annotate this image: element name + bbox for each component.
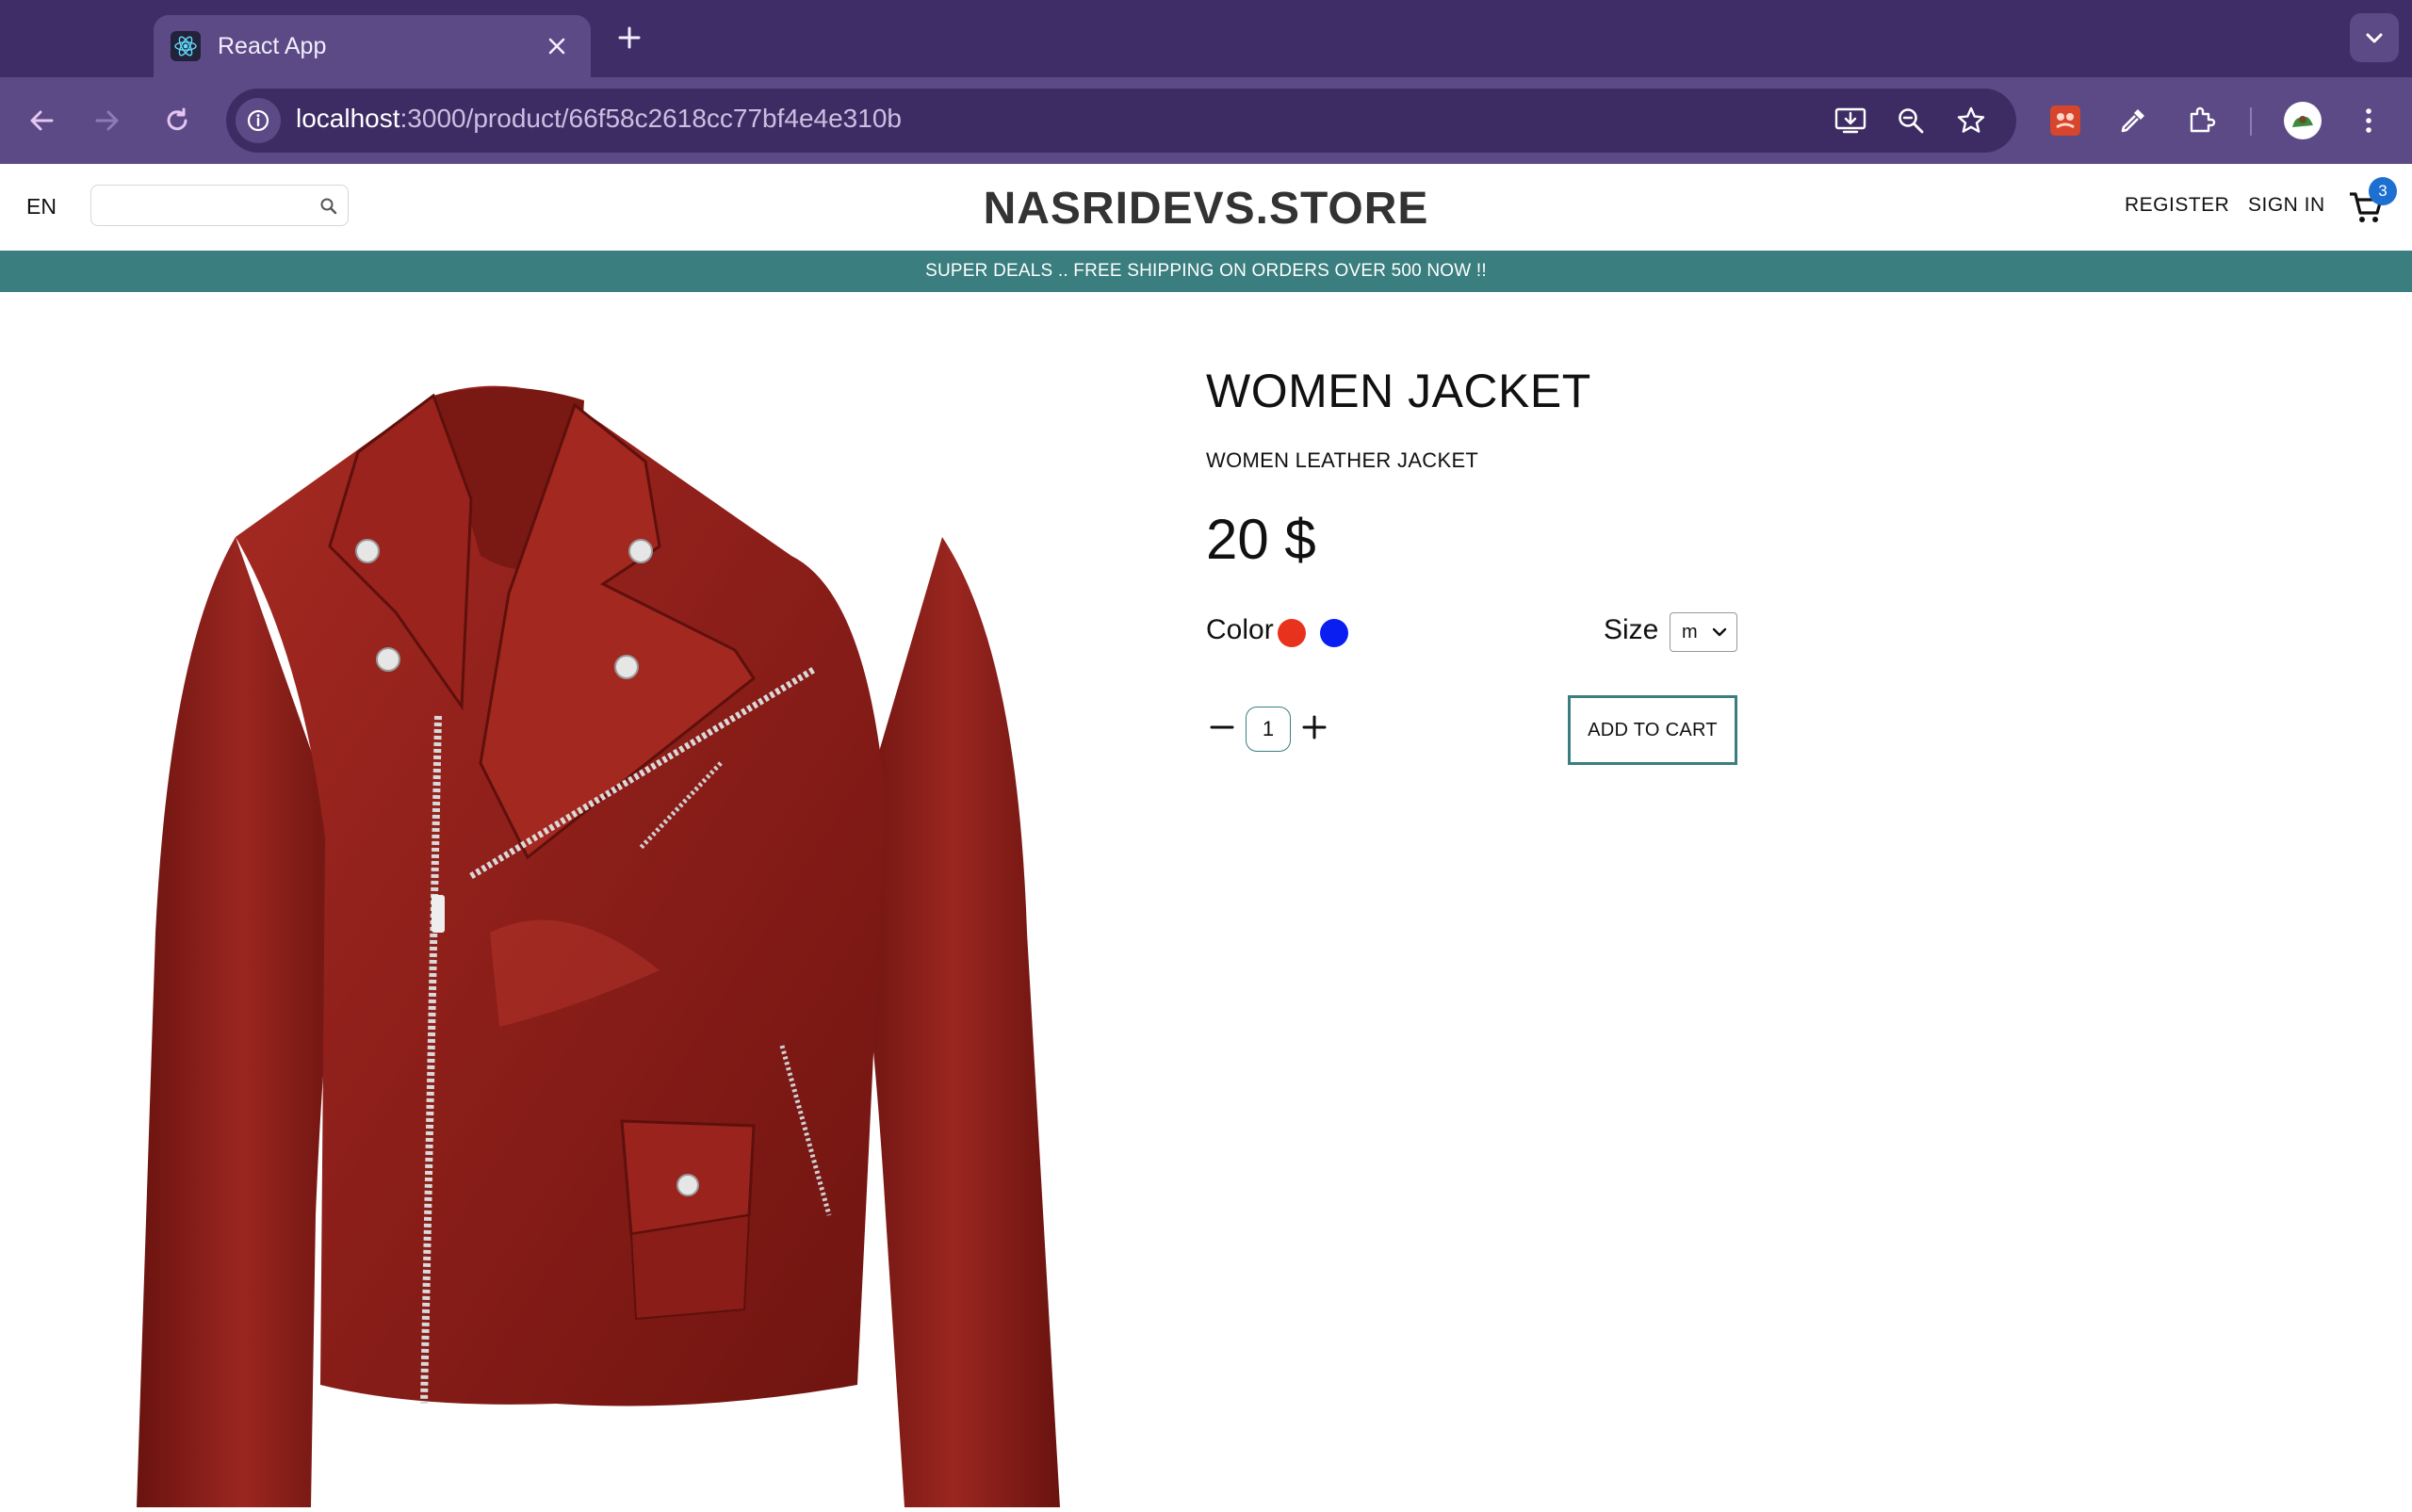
register-link[interactable]: REGISTER [2125,194,2229,217]
add-to-cart-button[interactable]: ADD TO CART [1568,695,1737,765]
back-arrow-icon[interactable] [19,98,64,143]
product-price: 20 $ [1206,508,1316,571]
size-selected-value: m [1682,621,1698,642]
url-text: localhost:3000/product/66f58c2618cc77bf4… [296,104,902,134]
bookmark-star-icon[interactable] [1948,98,1994,143]
toolbar-divider [2250,107,2252,136]
site-header: EN NASRIDEVS.STORE REGISTER SIGN IN 3 [0,164,2412,251]
close-tab-icon[interactable] [540,29,574,63]
size-select[interactable]: m [1670,612,1737,652]
browser-menu-icon[interactable] [2346,98,2391,143]
leather-jacket-illustration [137,385,1060,1507]
search-input[interactable] [101,191,308,219]
browser-tab-active[interactable]: React App [154,15,591,77]
forward-arrow-icon[interactable] [85,98,130,143]
new-tab-button[interactable] [611,19,648,57]
language-selector[interactable]: EN [26,194,57,219]
plus-icon [1302,715,1327,740]
chevron-down-icon [1710,623,1729,642]
zoom-icon[interactable] [1888,98,1933,143]
react-favicon-icon [171,31,201,61]
tab-search-button[interactable] [2350,13,2399,62]
reload-icon[interactable] [155,98,200,143]
profile-avatar[interactable] [2280,98,2325,143]
store-logo: NASRIDEVS.STORE [983,184,1429,234]
tab-title: React App [218,32,327,59]
decrease-quantity-button[interactable] [1206,711,1238,743]
color-swatch-blue[interactable] [1320,619,1348,647]
cart-count-badge: 3 [2369,177,2397,205]
browser-tab-strip: React App [0,0,2412,77]
extensions-puzzle-icon[interactable] [2178,98,2224,143]
size-label: Size [1604,614,1659,645]
install-app-icon[interactable] [1828,98,1873,143]
color-swatch-red[interactable] [1278,619,1306,647]
product-image [132,367,1065,1507]
url-path: :3000/product/66f58c2618cc77bf4e4e310b [399,104,902,133]
browser-toolbar: localhost:3000/product/66f58c2618cc77bf4… [0,77,2412,164]
product-description: WOMEN LEATHER JACKET [1206,448,1479,472]
quantity-value[interactable]: 1 [1246,707,1291,752]
search-box[interactable] [90,185,349,226]
address-bar[interactable]: localhost:3000/product/66f58c2618cc77bf4… [226,89,2016,153]
sign-in-link[interactable]: SIGN IN [2248,194,2325,217]
product-title: WOMEN JACKET [1206,365,1591,417]
site-info-icon[interactable] [236,98,281,143]
color-picker-icon[interactable] [2110,98,2156,143]
search-icon[interactable] [319,197,338,216]
increase-quantity-button[interactable] [1298,711,1330,743]
extension-red-icon[interactable] [2043,98,2088,143]
promo-banner: SUPER DEALS .. FREE SHIPPING ON ORDERS O… [0,251,2412,292]
url-host: localhost [296,104,400,133]
minus-icon [1210,725,1234,729]
color-label: Color [1206,614,1274,645]
